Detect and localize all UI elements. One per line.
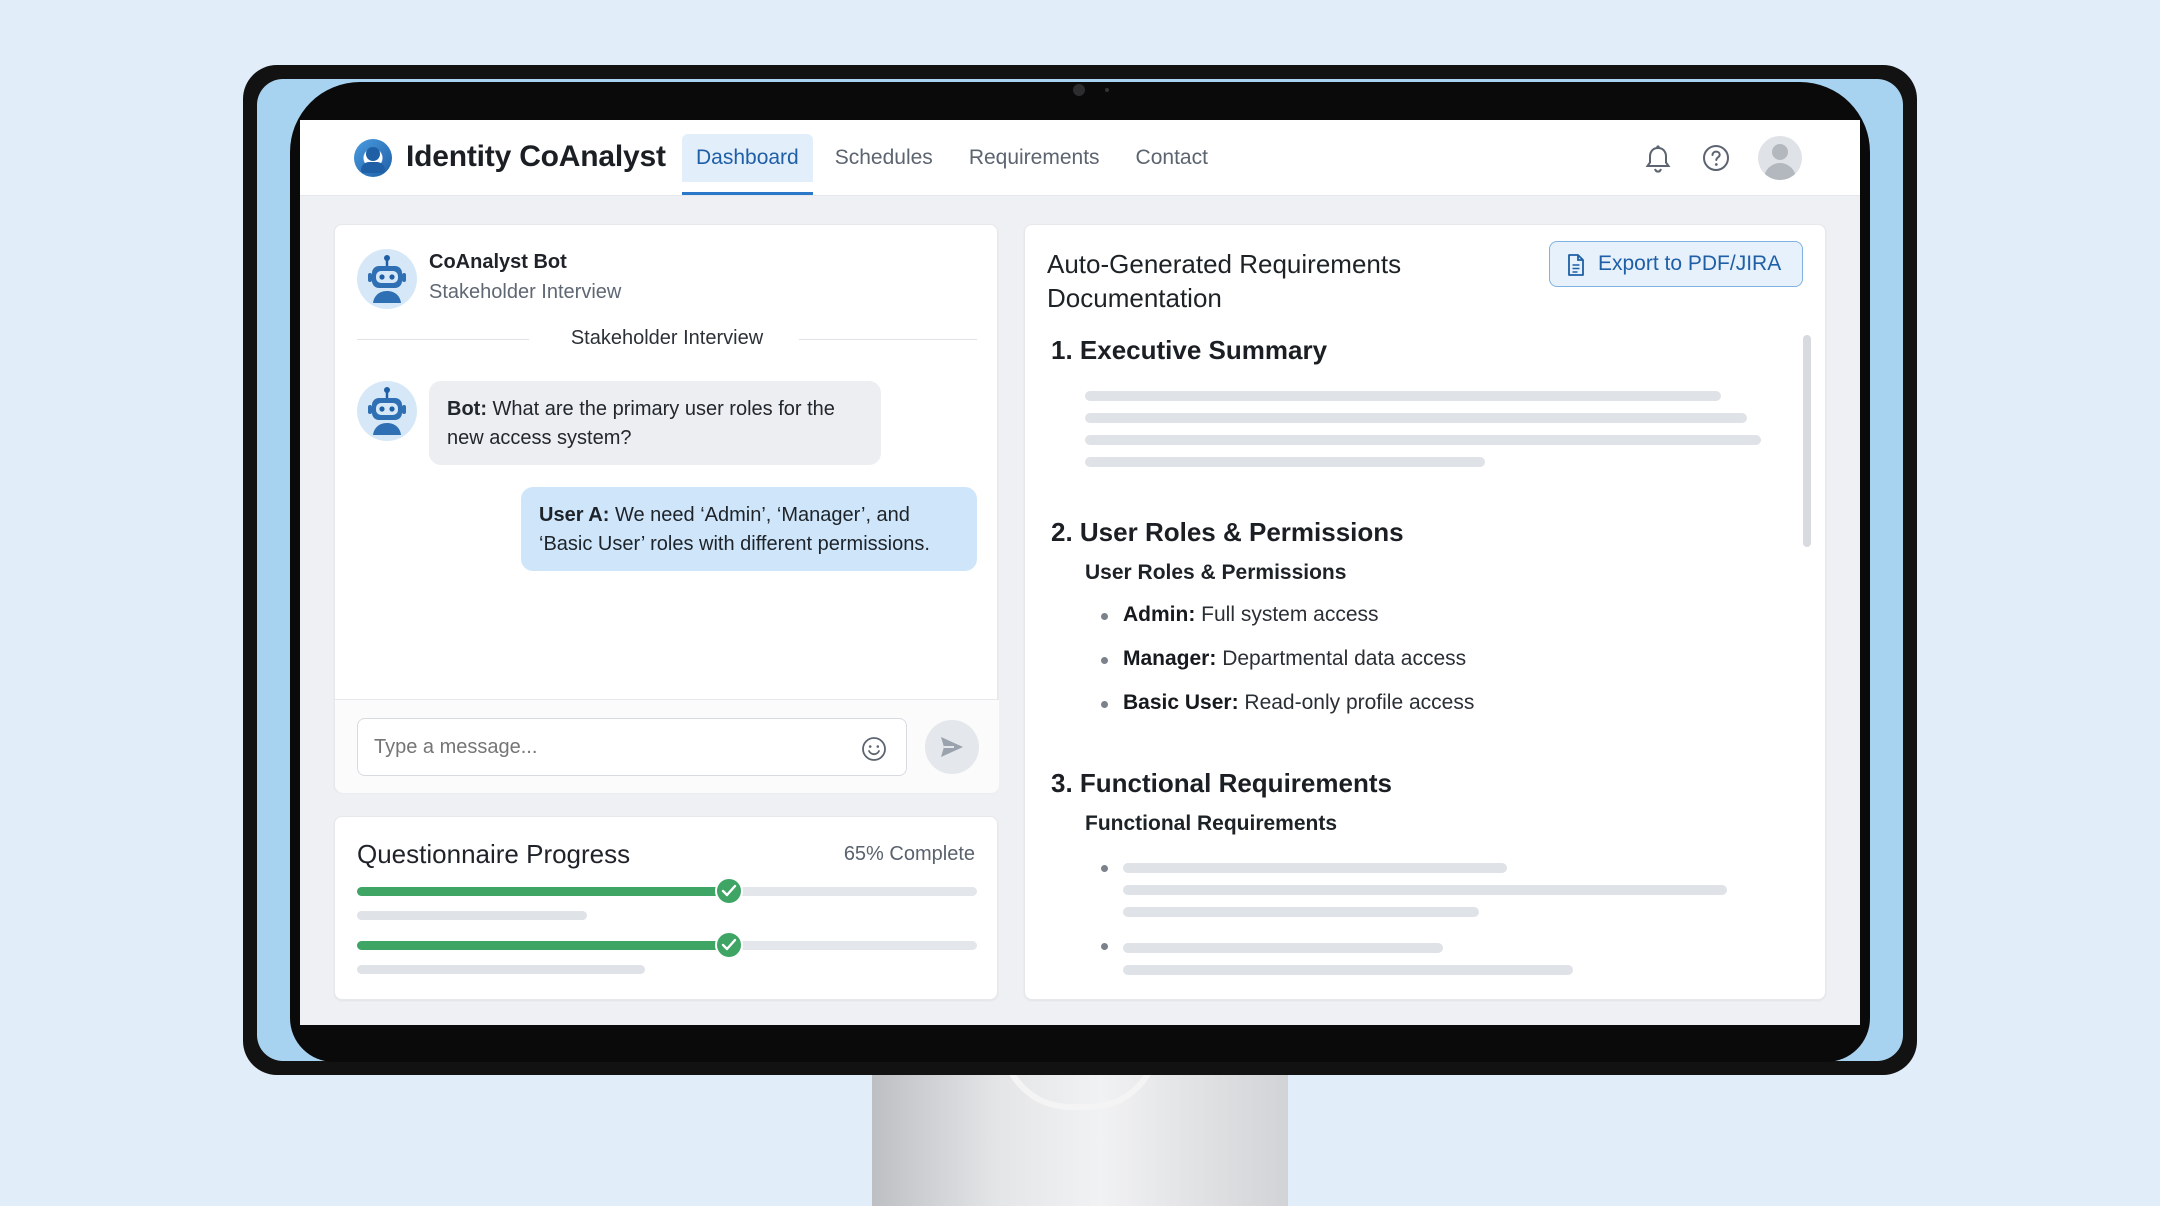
section-heading: 1. Executive Summary	[1051, 335, 1328, 365]
placeholder-line	[1123, 943, 1443, 953]
placeholder-line	[1085, 435, 1761, 445]
main-nav: Dashboard Schedules Requirements Contact	[682, 134, 1230, 195]
export-button[interactable]: Export to PDF/JIRA	[1549, 241, 1803, 287]
camera-icon	[1073, 84, 1085, 96]
bot-message: Bot: What are the primary user roles for…	[429, 381, 881, 465]
bullet	[1101, 943, 1108, 950]
tab-contact[interactable]: Contact	[1122, 134, 1222, 182]
placeholder-line	[357, 911, 587, 920]
check-icon	[715, 931, 743, 959]
emoji-icon[interactable]	[861, 736, 887, 762]
progress-title: Questionnaire Progress	[357, 839, 631, 869]
bot-name: CoAnalyst Bot	[429, 251, 567, 273]
message-input[interactable]	[357, 718, 907, 776]
logo-icon	[354, 139, 392, 177]
camera-sensor	[1105, 88, 1109, 92]
app-screen: Identity CoAnalyst Dashboard Schedules R…	[300, 120, 1860, 1025]
role-item: Admin: Full system access	[1123, 603, 1379, 626]
role-item: Basic User: Read-only profile access	[1123, 691, 1475, 714]
bot-avatar-icon	[357, 381, 417, 441]
placeholder-line	[1123, 885, 1727, 895]
section-heading: 2. User Roles & Permissions	[1051, 517, 1404, 547]
bullet	[1101, 613, 1108, 620]
section-subheading: User Roles & Permissions	[1085, 561, 1347, 584]
progress-fill	[357, 887, 729, 896]
progress-track	[357, 931, 977, 959]
placeholder-line	[1085, 391, 1721, 401]
questionnaire-progress-panel: Questionnaire Progress 65% Complete	[334, 816, 998, 1000]
requirements-doc-panel: Auto-Generated Requirements Documentatio…	[1024, 224, 1826, 1000]
bullet	[1101, 865, 1108, 872]
progress-fill	[357, 941, 729, 950]
progress-percent: 65% Complete	[843, 843, 975, 865]
check-icon	[715, 877, 743, 905]
app-title: Identity CoAnalyst	[406, 140, 666, 173]
notification-bell-icon[interactable]	[1644, 144, 1672, 174]
help-icon[interactable]	[1702, 144, 1730, 172]
placeholder-line	[1085, 413, 1747, 423]
section-subheading: Functional Requirements	[1085, 812, 1338, 835]
chat-panel: CoAnalyst Bot Stakeholder Interview Stak…	[334, 224, 999, 793]
placeholder-line	[1123, 863, 1507, 873]
bot-avatar-icon	[357, 249, 417, 309]
placeholder-line	[357, 965, 645, 974]
tab-schedules[interactable]: Schedules	[821, 134, 947, 182]
tab-requirements[interactable]: Requirements	[955, 134, 1114, 182]
placeholder-line	[1123, 907, 1479, 917]
document-icon	[1568, 254, 1584, 276]
tab-dashboard[interactable]: Dashboard	[682, 134, 813, 195]
bot-subtitle: Stakeholder Interview	[429, 281, 622, 303]
bullet	[1101, 701, 1108, 708]
role-item: Manager: Departmental data access	[1123, 647, 1467, 670]
bullet	[1101, 657, 1108, 664]
chat-composer	[335, 699, 999, 793]
placeholder-line	[1085, 457, 1485, 467]
doc-title: Auto-Generated Requirements Documentatio…	[1047, 249, 1402, 313]
placeholder-line	[1123, 965, 1573, 975]
top-nav-bar: Identity CoAnalyst Dashboard Schedules R…	[300, 120, 1860, 196]
progress-track	[357, 877, 977, 905]
section-heading: 3. Functional Requirements	[1051, 768, 1392, 798]
user-message: User A: We need ‘Admin’, ‘Manager’, and …	[521, 487, 977, 571]
send-button[interactable]	[925, 720, 979, 774]
send-icon	[941, 737, 963, 757]
scrollbar[interactable]	[1803, 335, 1811, 547]
conversation-divider-label: Stakeholder Interview	[335, 327, 999, 350]
user-avatar[interactable]	[1758, 136, 1802, 180]
